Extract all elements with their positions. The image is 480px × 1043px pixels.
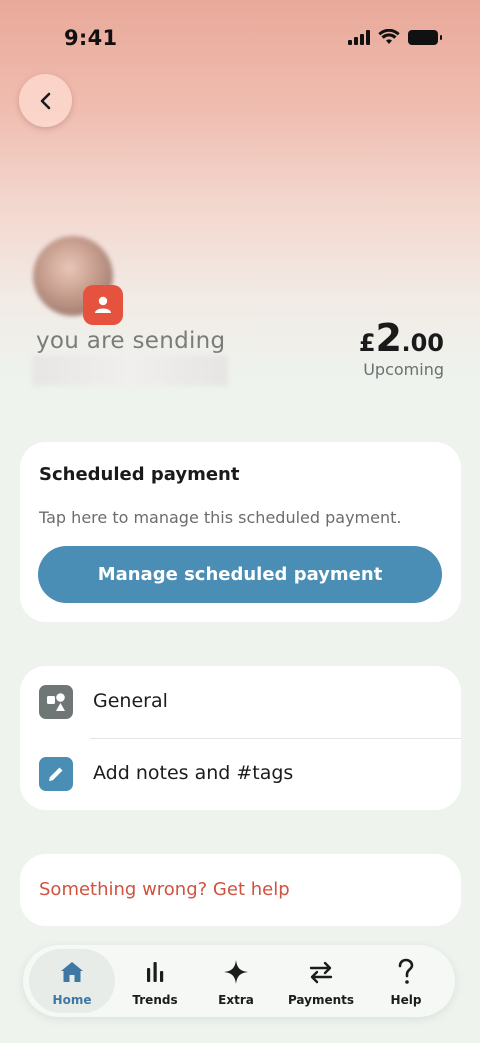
- back-button[interactable]: [19, 74, 72, 127]
- option-label: General: [93, 690, 168, 712]
- option-label: Add notes and #tags: [93, 762, 294, 784]
- status-icons: [348, 29, 442, 45]
- help-card[interactable]: Something wrong? Get help: [20, 854, 461, 926]
- status-time: 9:41: [64, 26, 118, 50]
- recipient-name-redacted: [32, 355, 228, 386]
- pencil-icon: [39, 757, 73, 791]
- tab-trends[interactable]: Trends: [112, 949, 198, 1013]
- transfer-arrows-icon: [307, 957, 335, 987]
- tab-label: Home: [52, 993, 92, 1007]
- question-mark-icon: [396, 957, 416, 987]
- status-bar: 9:41: [0, 0, 480, 78]
- amount-status: Upcoming: [363, 360, 444, 379]
- tab-label: Payments: [287, 993, 355, 1007]
- option-general[interactable]: General: [20, 666, 461, 738]
- wifi-icon: [378, 29, 400, 44]
- tab-label: Trends: [132, 993, 178, 1007]
- tab-payments[interactable]: Payments: [278, 949, 364, 1013]
- card-description: Tap here to manage this scheduled paymen…: [39, 508, 402, 527]
- scheduled-payment-card[interactable]: Scheduled payment Tap here to manage thi…: [20, 442, 461, 622]
- get-help-link[interactable]: Something wrong? Get help: [39, 879, 290, 900]
- manage-scheduled-payment-button[interactable]: Manage scheduled payment: [38, 546, 442, 603]
- option-add-notes[interactable]: Add notes and #tags: [20, 738, 461, 810]
- bar-chart-icon: [144, 957, 166, 987]
- battery-icon: [408, 29, 442, 45]
- sending-label: you are sending: [36, 328, 226, 354]
- sparkle-icon: [223, 957, 249, 987]
- tab-help[interactable]: Help: [363, 949, 449, 1013]
- person-badge-icon: [83, 285, 123, 325]
- amount-decimal: .00: [401, 329, 444, 357]
- chevron-left-icon: [40, 92, 50, 109]
- shapes-icon: [39, 685, 73, 719]
- amount-whole: 2: [375, 316, 402, 360]
- amount-currency: £: [358, 329, 376, 357]
- card-title: Scheduled payment: [39, 464, 240, 485]
- tab-label: Extra: [218, 993, 254, 1007]
- options-card: General Add notes and #tags: [20, 666, 461, 810]
- cellular-signal-icon: [348, 29, 370, 45]
- tab-extra[interactable]: Extra: [193, 949, 279, 1013]
- tab-home[interactable]: Home: [29, 949, 115, 1013]
- payment-amount: £2.00: [359, 316, 444, 360]
- bottom-tab-bar: Home Trends Extra Payments Help: [23, 945, 455, 1017]
- home-icon: [59, 957, 85, 987]
- tab-label: Help: [390, 993, 422, 1007]
